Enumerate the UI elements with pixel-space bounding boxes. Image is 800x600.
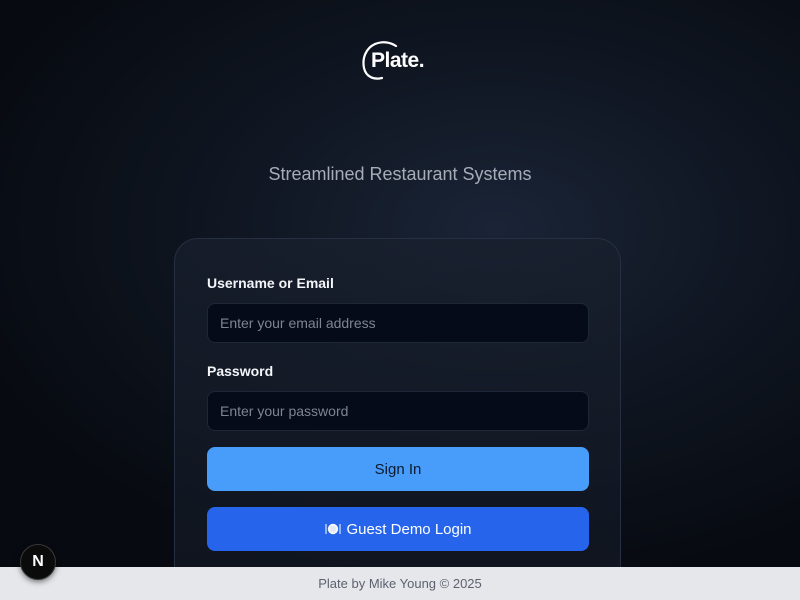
brand-logo: Plate. xyxy=(360,40,440,82)
login-card: Username or Email Password Sign In Guest… xyxy=(174,238,621,600)
password-input[interactable] xyxy=(207,391,589,431)
logo-text: Plate. xyxy=(371,49,425,72)
nextjs-logo-icon[interactable]: N xyxy=(20,544,56,580)
footer-text: Plate by Mike Young © 2025 xyxy=(318,576,482,591)
plate-cutlery-icon xyxy=(324,522,342,536)
username-input[interactable] xyxy=(207,303,589,343)
password-label: Password xyxy=(207,363,274,379)
guest-demo-login-label: Guest Demo Login xyxy=(346,520,472,538)
footer: Plate by Mike Young © 2025 xyxy=(0,567,800,600)
sign-in-button[interactable]: Sign In xyxy=(207,447,589,491)
username-label: Username or Email xyxy=(207,275,334,291)
tagline: Streamlined Restaurant Systems xyxy=(268,164,532,184)
sign-in-label: Sign In xyxy=(374,460,422,478)
dev-badge-letter: N xyxy=(32,553,44,570)
guest-demo-login-button[interactable]: Guest Demo Login xyxy=(207,507,589,551)
